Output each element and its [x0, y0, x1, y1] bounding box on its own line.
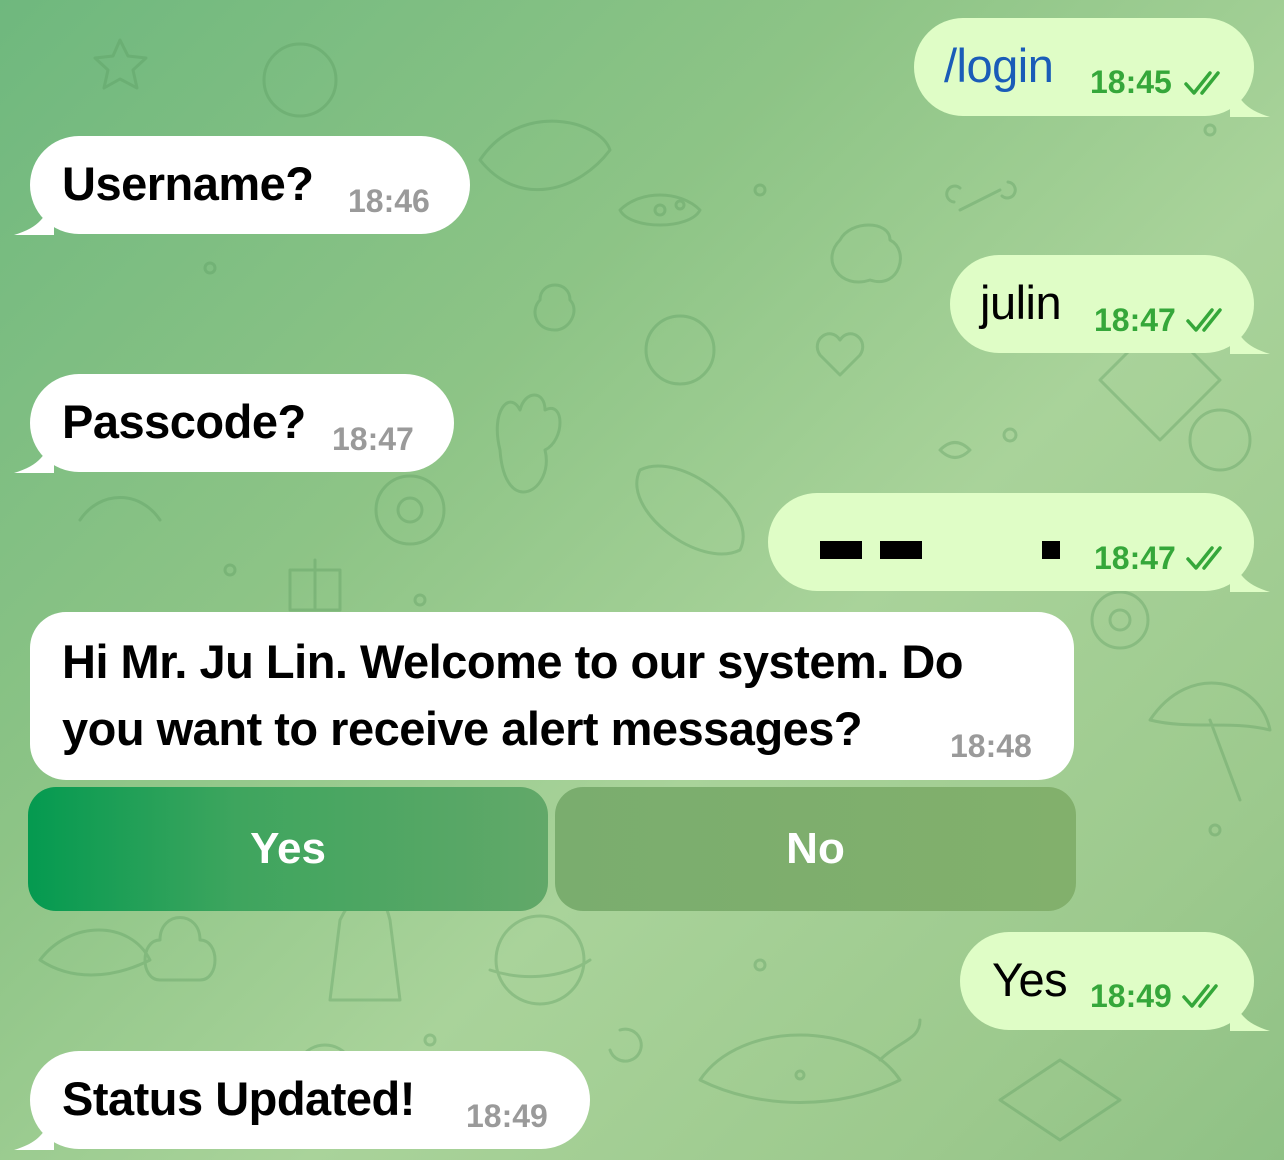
message-time: 18:49 [466, 1098, 548, 1134]
bubble-tail [14, 195, 54, 235]
no-button-label: No [786, 824, 845, 873]
message-text-line1: Hi Mr. Ju Lin. Welcome to our system. Do [62, 635, 964, 688]
message-text: Yes [992, 953, 1068, 1006]
message-time: 18:45 [1090, 64, 1172, 100]
yes-button[interactable]: Yes [28, 787, 548, 911]
message-text: Username? [62, 157, 314, 210]
bubble-tail [1230, 77, 1270, 117]
no-button[interactable]: No [555, 787, 1076, 911]
command-link[interactable]: /login [944, 38, 1054, 93]
redaction-block [880, 541, 922, 559]
bubble-tail [14, 1110, 54, 1150]
message-text-line2: you want to receive alert messages? [62, 702, 863, 755]
message-time: 18:46 [348, 183, 430, 219]
message-text: Status Updated! [62, 1072, 415, 1125]
bubble-tail [1230, 991, 1270, 1031]
double-check-icon [1186, 308, 1222, 332]
double-check-icon [1184, 71, 1220, 95]
bubble-tail [1230, 552, 1270, 592]
double-check-icon [1182, 984, 1218, 1008]
redaction-block [820, 541, 862, 559]
message-time: 18:47 [332, 421, 414, 457]
message-time: 18:48 [950, 728, 1032, 764]
redaction-block [1042, 541, 1060, 559]
message-time: 18:47 [1094, 540, 1176, 576]
bubble-tail [14, 433, 54, 473]
double-check-icon [1186, 546, 1222, 570]
message-text: Passcode? [62, 395, 306, 448]
yes-button-label: Yes [250, 824, 326, 873]
bubble-tail [1230, 314, 1270, 354]
message-time: 18:47 [1094, 302, 1176, 338]
message-text: julin [980, 276, 1062, 329]
message-time: 18:49 [1090, 978, 1172, 1014]
